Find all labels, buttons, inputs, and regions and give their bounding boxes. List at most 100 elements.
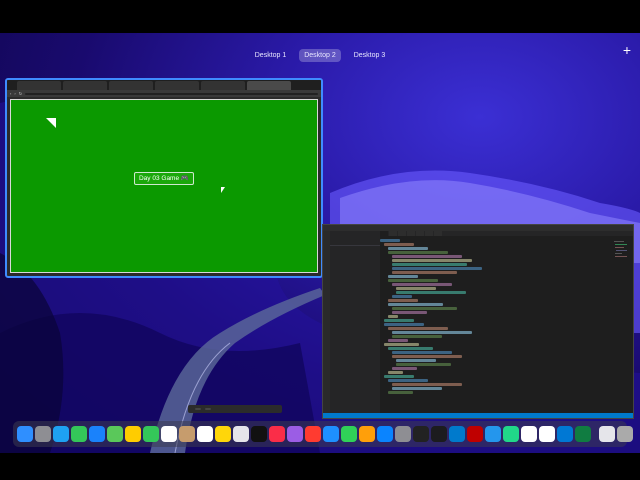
desktop-2-tab[interactable]: Desktop 2 — [299, 49, 341, 62]
code-line — [392, 271, 457, 274]
code-line — [380, 239, 400, 242]
code-line — [392, 307, 457, 310]
code-line — [388, 379, 428, 382]
browser-tab[interactable] — [155, 81, 199, 90]
desktop-3-tab[interactable]: Desktop 3 — [349, 49, 391, 62]
desktop-1-tab[interactable]: Desktop 1 — [250, 49, 292, 62]
quicktime-icon[interactable] — [413, 426, 429, 442]
keynote-icon[interactable] — [323, 426, 339, 442]
editor-file-explorer — [330, 231, 380, 413]
code-line — [392, 351, 452, 354]
contacts-icon[interactable] — [179, 426, 195, 442]
code-line — [388, 303, 443, 306]
excel-icon[interactable] — [575, 426, 591, 442]
finder-icon[interactable] — [17, 426, 33, 442]
safari-icon[interactable] — [53, 426, 69, 442]
code-line — [388, 391, 413, 394]
facetime-icon[interactable] — [143, 426, 159, 442]
code-line — [392, 355, 462, 358]
numbers-icon[interactable] — [341, 426, 357, 442]
notification-toast — [188, 405, 282, 413]
editor-status-bar — [323, 413, 633, 418]
code-line — [392, 311, 427, 314]
freeform-icon[interactable] — [233, 426, 249, 442]
editor-tab[interactable] — [389, 231, 397, 236]
browser-tab[interactable] — [201, 81, 245, 90]
explorer-item[interactable] — [330, 247, 380, 248]
appstore-icon[interactable] — [377, 426, 393, 442]
code-line — [392, 387, 442, 390]
notes-icon[interactable] — [215, 426, 231, 442]
pages-icon[interactable] — [359, 426, 375, 442]
code-editor-window[interactable] — [322, 224, 634, 419]
browser-tab-active[interactable] — [247, 81, 291, 90]
back-icon[interactable]: ‹ — [10, 91, 11, 96]
editor-tab[interactable] — [398, 231, 406, 236]
code-line — [392, 283, 452, 286]
code-line — [392, 263, 467, 266]
maps-icon[interactable] — [107, 426, 123, 442]
outlook-icon[interactable] — [557, 426, 573, 442]
browser-window[interactable]: ‹ › ↻ Day 03 Game 🎮 — [5, 78, 323, 278]
code-line — [392, 335, 442, 338]
code-line — [392, 259, 472, 262]
code-line — [388, 251, 448, 254]
game-title-button[interactable]: Day 03 Game 🎮 — [134, 172, 194, 185]
editor-tab[interactable] — [407, 231, 415, 236]
game-canvas[interactable]: Day 03 Game 🎮 — [10, 99, 318, 273]
calendar-icon[interactable] — [161, 426, 177, 442]
add-desktop-button[interactable]: + — [623, 42, 631, 58]
filezilla-icon[interactable] — [467, 426, 483, 442]
photos-icon[interactable] — [125, 426, 141, 442]
news-icon[interactable] — [305, 426, 321, 442]
editor-minimap[interactable] — [613, 239, 631, 279]
mouse-cursor-icon — [221, 187, 225, 193]
notification-button-secondary[interactable] — [205, 408, 211, 410]
code-line — [388, 315, 398, 318]
docker-icon[interactable] — [485, 426, 501, 442]
editor-code-area[interactable] — [380, 239, 611, 413]
chrome-icon[interactable] — [539, 426, 555, 442]
code-line — [388, 339, 408, 342]
preview-icon[interactable] — [521, 426, 537, 442]
settings-icon[interactable] — [395, 426, 411, 442]
code-line — [388, 327, 448, 330]
browser-tab[interactable] — [17, 81, 61, 90]
code-line — [392, 295, 412, 298]
code-line — [388, 347, 433, 350]
reload-icon[interactable]: ↻ — [19, 91, 22, 96]
code-line — [392, 331, 472, 334]
browser-tab[interactable] — [109, 81, 153, 90]
notification-button-primary[interactable] — [195, 408, 201, 410]
code-line — [384, 319, 414, 322]
editor-tab[interactable] — [434, 231, 442, 236]
launchpad-icon[interactable] — [35, 426, 51, 442]
editor-tab-strip — [380, 231, 633, 236]
terminal-icon[interactable] — [431, 426, 447, 442]
mail-icon[interactable] — [89, 426, 105, 442]
vscode-icon[interactable] — [449, 426, 465, 442]
reminders-icon[interactable] — [197, 426, 213, 442]
forward-icon[interactable]: › — [14, 91, 15, 96]
browser-tab[interactable] — [63, 81, 107, 90]
browser-toolbar: ‹ › ↻ — [7, 90, 321, 97]
code-line — [392, 383, 462, 386]
appletv-icon[interactable] — [251, 426, 267, 442]
code-line — [392, 255, 462, 258]
editor-tab[interactable] — [416, 231, 424, 236]
code-line — [396, 291, 466, 294]
trash-icon[interactable] — [617, 426, 633, 442]
pycharm-icon[interactable] — [503, 426, 519, 442]
address-bar[interactable] — [25, 92, 318, 95]
podcasts-icon[interactable] — [287, 426, 303, 442]
music-icon[interactable] — [269, 426, 285, 442]
document-icon[interactable] — [599, 426, 615, 442]
code-line — [396, 287, 436, 290]
editor-tab-active[interactable] — [380, 231, 388, 236]
editor-tab[interactable] — [425, 231, 433, 236]
game-sprite — [46, 118, 56, 128]
code-line — [384, 375, 414, 378]
messages-icon[interactable] — [71, 426, 87, 442]
code-line — [392, 367, 417, 370]
code-line — [384, 343, 419, 346]
